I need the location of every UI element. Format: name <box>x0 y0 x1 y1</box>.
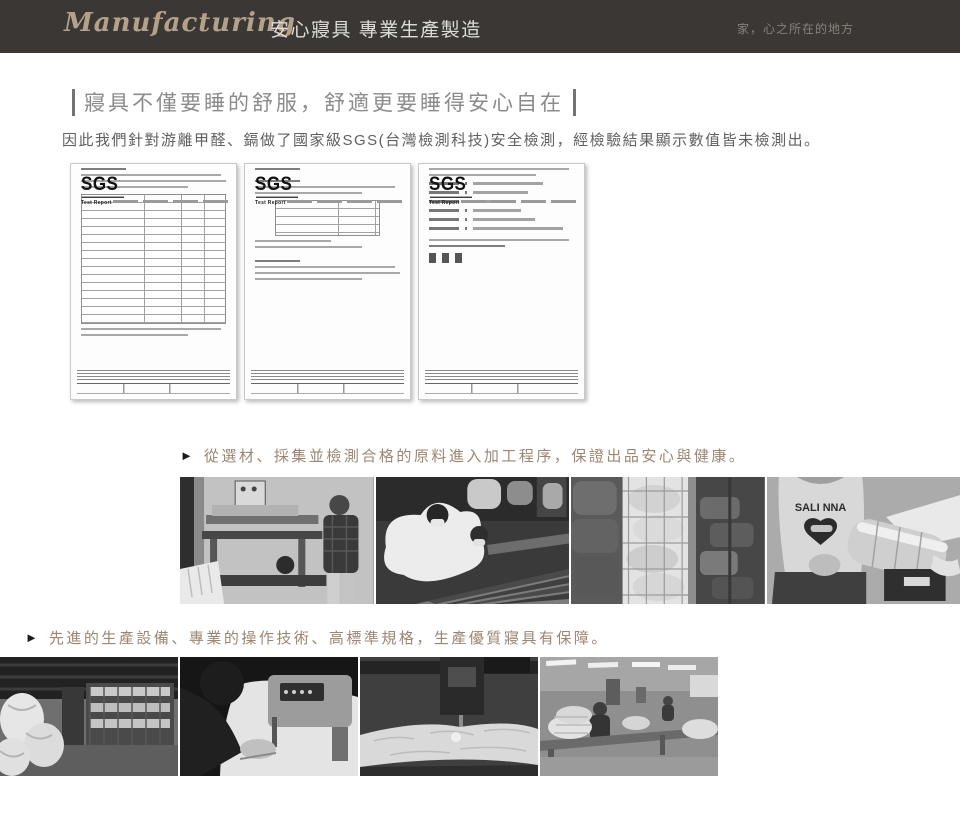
sgs-logo: SGS <box>429 173 466 196</box>
photo-sewing-factory-floor <box>540 657 718 776</box>
report-fine-print <box>251 368 404 394</box>
brand-script-logo: Manufacturing <box>64 8 296 38</box>
sewing-machine-closeup-image <box>180 657 358 776</box>
process-step-1-text: 從選材、採集並檢測合格的原料進入加工程序，保證出品安心與健康。 <box>204 445 747 466</box>
photo-stacked-pillow-bags <box>571 477 765 604</box>
shirt-text: SALI NNA <box>794 502 846 514</box>
photo-duvet-filling-workers <box>376 477 570 604</box>
photo-sewing-machine-closeup <box>180 657 358 776</box>
sgs-logo: SGS <box>255 173 292 196</box>
heading-text: 寢具不僅要睡的舒服，舒適更要睡得安心自在 <box>84 87 564 117</box>
header-title: 安心寢具 專業生產製造 <box>270 15 482 42</box>
photo-weighing-wrapped-roll: SALI NNA <box>767 477 960 604</box>
stacked-pillow-bags-image <box>571 477 765 604</box>
header-bar: Manufacturing 安心寢具 專業生產製造 家，心之所在的地方 <box>0 0 960 53</box>
photo-warehouse-wrapped-rolls <box>0 657 178 776</box>
sgs-certificates: SGS Test Report SGS Test Report <box>70 163 585 400</box>
sewing-factory-floor-image <box>540 657 718 776</box>
photo-row-production <box>0 657 718 776</box>
header-tagline: 家，心之所在的地方 <box>737 20 854 37</box>
sgs-logo: SGS <box>81 173 118 196</box>
arrow-icon: ► <box>180 448 193 463</box>
sgs-test-report-2: SGS Test Report <box>244 163 411 400</box>
test-report-label: Test Report <box>81 200 112 206</box>
section-description: 因此我們針對游離甲醛、鎘做了國家級SGS(台灣檢測科技)安全檢測，經檢驗結果顯示… <box>62 129 821 150</box>
process-step-2-text: 先進的生產設備、專業的操作技術、高標準規格，生產優質寢具有保障。 <box>49 627 609 648</box>
sgs-test-report-3: SGS Test Report <box>418 163 585 400</box>
quilt-pressing-machine-image <box>180 477 374 604</box>
report-header-meta <box>287 200 402 203</box>
process-step-2: ► 先進的生產設備、專業的操作技術、高標準規格，生產優質寢具有保障。 <box>25 627 609 648</box>
manufacturing-page: Manufacturing 安心寢具 專業生產製造 家，心之所在的地方 寢具不僅… <box>0 0 960 814</box>
quilting-machine-image <box>360 657 538 776</box>
report-header-meta <box>461 200 576 203</box>
section-heading: 寢具不僅要睡的舒服，舒適更要睡得安心自在 <box>72 87 576 117</box>
test-report-label: Test Report <box>429 200 460 206</box>
warehouse-wrapped-rolls-image <box>0 657 178 776</box>
arrow-icon: ► <box>25 630 38 645</box>
report-fine-print <box>425 368 578 394</box>
signature-marks <box>429 253 574 263</box>
heading-left-bar <box>72 89 75 116</box>
sgs-test-report-1: SGS Test Report <box>70 163 237 400</box>
analysis-table <box>275 200 380 236</box>
test-result-table <box>81 194 226 324</box>
photo-row-materials: SALI NNA <box>180 477 960 604</box>
process-step-1: ► 從選材、採集並檢測合格的原料進入加工程序，保證出品安心與健康。 <box>180 445 746 466</box>
photo-quilting-machine <box>360 657 538 776</box>
weighing-wrapped-roll-image: SALI NNA <box>767 477 960 604</box>
test-report-label: Test Report <box>255 200 286 206</box>
duvet-filling-workers-image <box>376 477 570 604</box>
photo-quilt-pressing-machine <box>180 477 374 604</box>
report-header-meta <box>113 200 228 203</box>
report-fine-print <box>77 368 230 394</box>
heading-right-bar <box>573 89 576 116</box>
